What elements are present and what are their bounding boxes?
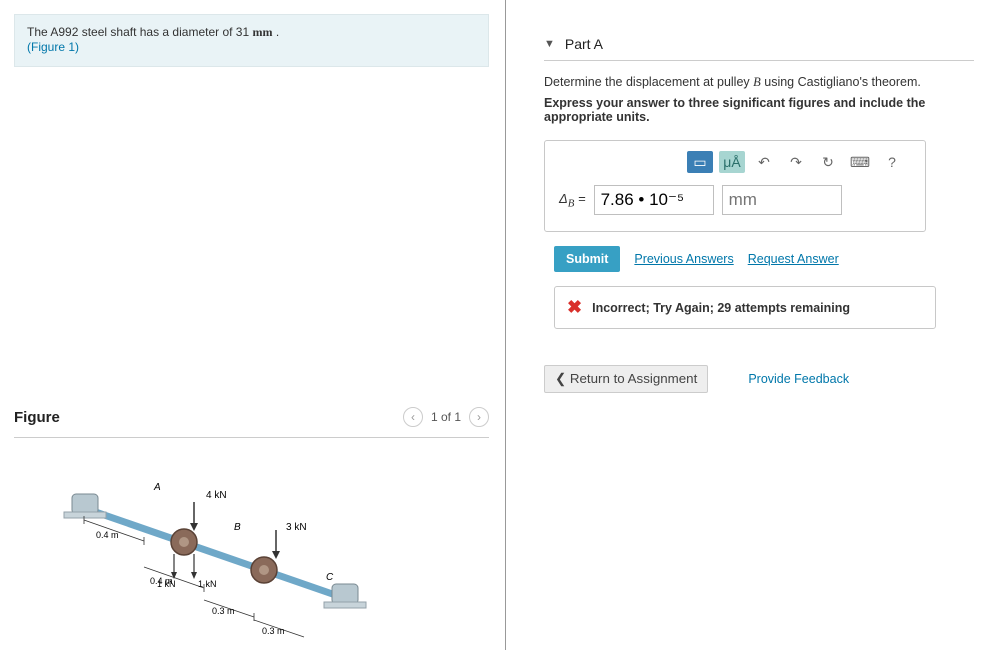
problem-unit: mm: [252, 25, 272, 39]
answer-unit-input[interactable]: [722, 185, 842, 215]
figure-pager: ‹ 1 of 1 ›: [403, 407, 489, 427]
collapse-icon: ▼: [544, 38, 555, 50]
answer-value-input[interactable]: [594, 185, 714, 215]
problem-text: The A992 steel shaft has a diameter of 3…: [27, 25, 252, 39]
figure-diagram: A 4 kN B 3 kN C 1 kN 1 kN 0.4 m 0.4 m 0.…: [14, 468, 489, 641]
pager-next[interactable]: ›: [469, 407, 489, 427]
problem-statement: The A992 steel shaft has a diameter of 3…: [14, 14, 489, 67]
previous-answers-link[interactable]: Previous Answers: [634, 252, 733, 266]
chevron-left-icon: ❮: [555, 371, 566, 386]
svg-text:1 kN: 1 kN: [198, 579, 217, 589]
svg-text:C: C: [326, 572, 334, 583]
svg-text:0.3 m: 0.3 m: [212, 606, 235, 616]
pager-text: 1 of 1: [431, 410, 461, 424]
figure-title: Figure: [14, 409, 60, 426]
incorrect-icon: ✖: [567, 297, 582, 318]
provide-feedback-link[interactable]: Provide Feedback: [748, 372, 849, 386]
keyboard-button[interactable]: ⌨: [847, 151, 873, 173]
templates-button[interactable]: ▭: [687, 151, 713, 173]
help-button[interactable]: ?: [879, 151, 905, 173]
figure-link[interactable]: (Figure 1): [27, 40, 79, 54]
pager-prev[interactable]: ‹: [403, 407, 423, 427]
redo-button[interactable]: ↷: [783, 151, 809, 173]
units-button[interactable]: μÅ: [719, 151, 745, 173]
part-header[interactable]: ▼ Part A: [544, 30, 974, 61]
instruction-line-2: Express your answer to three significant…: [544, 96, 974, 124]
svg-text:0.4 m: 0.4 m: [96, 530, 119, 540]
svg-text:B: B: [234, 522, 241, 533]
answer-label: ΔB =: [559, 191, 586, 210]
svg-text:A: A: [153, 482, 161, 493]
answer-card: ▭ μÅ ↶ ↷ ↻ ⌨ ? ΔB =: [544, 140, 926, 232]
svg-text:4 kN: 4 kN: [206, 490, 227, 501]
part-title: Part A: [565, 36, 603, 52]
svg-text:3 kN: 3 kN: [286, 522, 307, 533]
submit-button[interactable]: Submit: [554, 246, 620, 272]
return-button[interactable]: ❮ Return to Assignment: [544, 365, 708, 393]
svg-text:0.4 m: 0.4 m: [150, 576, 173, 586]
instruction-line-1: Determine the displacement at pulley B u…: [544, 75, 974, 90]
svg-text:0.3 m: 0.3 m: [262, 626, 285, 636]
feedback-text: Incorrect; Try Again; 29 attempts remain…: [592, 301, 850, 315]
request-answer-link[interactable]: Request Answer: [748, 252, 839, 266]
feedback-box: ✖ Incorrect; Try Again; 29 attempts rema…: [554, 286, 936, 329]
undo-button[interactable]: ↶: [751, 151, 777, 173]
reset-button[interactable]: ↻: [815, 151, 841, 173]
